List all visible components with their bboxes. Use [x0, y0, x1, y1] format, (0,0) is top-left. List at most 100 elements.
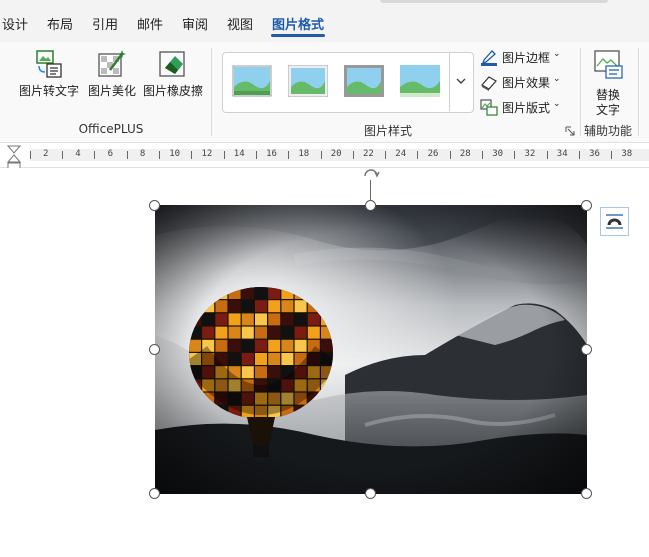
dialog-launcher-icon[interactable]	[565, 126, 575, 136]
picture-styles-gallery	[222, 52, 474, 113]
chevron-down-icon: ⌄	[553, 49, 561, 59]
group-divider	[638, 48, 639, 136]
ruler-label: 2	[43, 149, 49, 159]
gallery-more-button[interactable]	[449, 52, 472, 111]
ruler-tick	[611, 151, 613, 159]
chevron-down-icon	[456, 78, 466, 84]
group-divider	[580, 48, 581, 136]
tab-mailings[interactable]: 邮件	[137, 14, 163, 33]
picture-layout-button[interactable]: 图片版式 ⌄	[480, 97, 566, 117]
ruler-label: 6	[107, 149, 114, 159]
alt-text-icon	[594, 50, 623, 79]
ruler-tick	[546, 151, 548, 159]
picture-styles-group-label: 图片样式	[363, 124, 412, 138]
picture-layout-icon	[480, 99, 498, 116]
hot-air-balloon-photo[interactable]	[155, 205, 587, 494]
ruler-label: 18	[298, 149, 310, 159]
ruler-tick	[29, 151, 31, 159]
ruler-label: 22	[363, 149, 374, 159]
chevron-down-icon: ⌄	[553, 74, 561, 84]
ruler-tick	[578, 151, 580, 159]
ruler-tick	[288, 151, 290, 159]
search-box-edge[interactable]	[380, 0, 608, 3]
ruler-tick	[223, 151, 225, 159]
picture-to-text-button[interactable]: 图片转文字	[18, 48, 80, 104]
chevron-down-icon: ⌄	[553, 99, 561, 109]
officeplus-group-label: OfficePLUS	[78, 122, 144, 136]
ruler-tick	[449, 151, 451, 159]
resize-handle-top[interactable]	[365, 200, 376, 211]
picture-effects-button[interactable]: 图片效果 ⌄	[480, 72, 566, 92]
ruler-tick	[255, 151, 257, 159]
picture-eraser-label: 图片橡皮擦	[142, 84, 203, 98]
ruler-tick	[62, 151, 64, 159]
style-thumb-1[interactable]	[232, 65, 272, 97]
picture-to-text-icon	[36, 50, 62, 78]
group-divider	[211, 48, 212, 136]
resize-handle-left[interactable]	[149, 344, 160, 355]
tab-references[interactable]: 引用	[92, 14, 118, 33]
picture-beautify-label: 图片美化	[87, 84, 136, 98]
horizontal-ruler[interactable]: 2 4 6 8 10 12 14 16 18 20 22 24 26 28 30 32 34 36 38	[0, 143, 649, 168]
ruler-label: 32	[524, 149, 536, 159]
ruler-label: 12	[201, 149, 213, 159]
ruler-tick	[159, 151, 161, 159]
ruler-tick	[352, 151, 354, 159]
effects-icon	[481, 76, 497, 91]
ruler-tick	[482, 151, 484, 159]
picture-border-button[interactable]: 图片边框 ⌄	[480, 47, 566, 67]
picture-beautify-button[interactable]: 图片美化	[86, 48, 138, 104]
ruler-label: 8	[139, 149, 146, 159]
ruler-tick	[385, 151, 387, 159]
layout-options-icon	[606, 214, 623, 229]
style-thumb-2[interactable]	[288, 65, 328, 97]
picture-effects-label: 图片效果	[502, 76, 551, 90]
ruler-tick	[320, 151, 322, 159]
ruler-label: 10	[169, 149, 181, 159]
ruler-label: 34	[556, 149, 568, 159]
picture-eraser-button[interactable]: 图片橡皮擦	[142, 48, 204, 104]
tab-review[interactable]: 审阅	[182, 14, 208, 33]
layout-options-button[interactable]	[600, 207, 629, 236]
ruler-label: 28	[459, 149, 471, 159]
picture-border-label: 图片边框	[502, 51, 551, 65]
picture-beautify-icon	[98, 50, 126, 77]
accessibility-group-label: 辅助功能	[583, 124, 632, 138]
resize-handle-top-right[interactable]	[581, 200, 592, 211]
ruler-tick	[514, 151, 516, 159]
ruler-label: 36	[589, 149, 600, 159]
ruler-label: 26	[427, 149, 439, 159]
alt-text-label-line2: 文字	[595, 103, 620, 117]
ruler-tick	[126, 151, 128, 159]
ribbon-tab-bar: 设计 布局 引用 邮件 审阅 视图 图片格式	[0, 0, 649, 42]
ruler-tick	[417, 151, 419, 159]
ruler-label: 14	[233, 149, 245, 159]
resize-handle-bottom[interactable]	[365, 488, 376, 499]
ruler-label: 30	[492, 149, 504, 159]
resize-handle-bottom-left[interactable]	[149, 488, 160, 499]
active-tab-indicator	[271, 34, 325, 37]
eraser-icon	[159, 51, 185, 77]
pen-border-icon	[481, 50, 497, 66]
rotate-handle-icon[interactable]	[361, 166, 381, 182]
ruler-label: 20	[330, 149, 342, 159]
tab-layout[interactable]: 布局	[47, 14, 73, 33]
ruler-tick	[94, 151, 96, 159]
ruler-label: 4	[75, 149, 81, 159]
tab-view[interactable]: 视图	[227, 14, 253, 33]
resize-handle-right[interactable]	[581, 344, 592, 355]
alt-text-button[interactable]: 替换 文字	[588, 48, 628, 118]
ribbon: 图片转文字 图片美化 图片橡皮擦 OfficePLUS 图片边框 ⌄ 图片效果 …	[0, 42, 649, 143]
ruler-label: 38	[621, 149, 633, 159]
ruler-tick	[191, 151, 193, 159]
tab-picture-format[interactable]: 图片格式	[272, 14, 324, 33]
style-thumb-4[interactable]	[400, 65, 440, 97]
style-thumb-3[interactable]	[344, 65, 384, 97]
tab-design[interactable]: 设计	[2, 14, 28, 33]
picture-to-text-label: 图片转文字	[18, 84, 79, 98]
ruler-label: 16	[266, 149, 277, 159]
resize-handle-bottom-right[interactable]	[581, 488, 592, 499]
resize-handle-top-left[interactable]	[149, 200, 160, 211]
ruler-label: 24	[395, 149, 407, 159]
picture-layout-label: 图片版式	[502, 101, 551, 115]
